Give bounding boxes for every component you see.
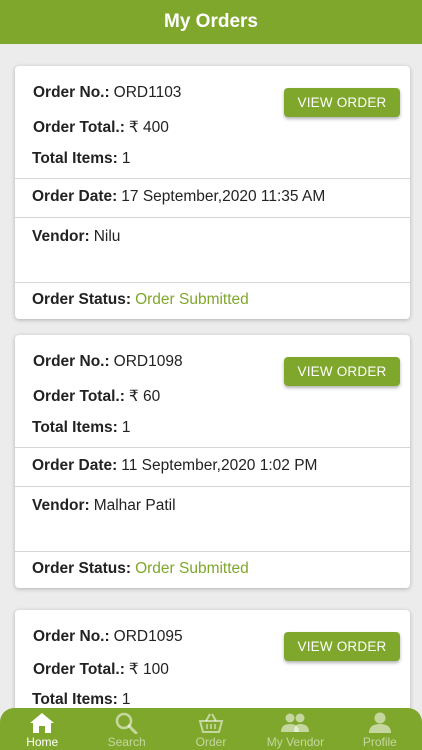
nav-profile-label: Profile — [362, 735, 397, 749]
order-status-section: Order Status: Order Submitted — [15, 283, 410, 319]
nav-profile[interactable]: Profile — [338, 708, 422, 750]
home-icon — [29, 711, 55, 735]
total-items-label: Total Items: — [32, 691, 118, 708]
vendor-label: Vendor: — [32, 497, 90, 514]
order-status-label: Order Status: — [32, 291, 132, 308]
order-summary: Order No.: ORD1095 Order Total.: ₹ 100 Tot… — [15, 610, 410, 708]
order-status-value: Order Submitted — [135, 560, 249, 577]
order-total-value: ₹ 400 — [128, 119, 169, 136]
order-total-value: ₹ 100 — [128, 661, 169, 678]
view-order-button[interactable]: VIEW ORDER — [284, 88, 400, 117]
order-no-label: Order No.: — [33, 628, 110, 645]
total-items-value: 1 — [121, 691, 131, 708]
order-no-value: ORD1098 — [113, 353, 183, 370]
order-date-section: Order Date: 11 September,2020 1:02 PM — [15, 448, 410, 487]
total-items-label: Total Items: — [32, 419, 118, 436]
total-items-value: 1 — [121, 150, 131, 167]
nav-search[interactable]: Search — [84, 708, 168, 750]
vendor-value: Nilu — [93, 228, 121, 245]
search-icon — [114, 711, 140, 735]
order-summary: Order No.: ORD1098 Order Total.: ₹ 60 Tota… — [15, 335, 410, 448]
nav-my-vendor-label: My Vendor — [266, 735, 325, 749]
order-date-label: Order Date: — [32, 457, 118, 474]
vendor-row: Vendor: Malhar Patil — [32, 497, 176, 515]
vendor-section: Vendor: Malhar Patil — [15, 487, 410, 552]
people-icon — [280, 711, 310, 735]
total-items-label: Total Items: — [32, 150, 118, 167]
vendor-row: Vendor: Nilu — [32, 228, 120, 246]
order-date-section: Order Date: 17 September,2020 11:35 AM — [15, 179, 410, 218]
order-date-row: Order Date: 11 September,2020 1:02 PM — [32, 457, 317, 475]
order-status-row: Order Status: Order Submitted — [32, 291, 249, 309]
nav-order-label: Order — [195, 735, 227, 749]
order-date-row: Order Date: 17 September,2020 11:35 AM — [32, 188, 325, 206]
total-items-row: Total Items: 1 — [32, 419, 130, 437]
order-no-label: Order No.: — [33, 353, 110, 370]
order-total-row: Order Total.: ₹ 400 — [33, 118, 169, 137]
order-total-label: Order Total.: — [33, 119, 125, 136]
order-no-value: ORD1103 — [113, 84, 182, 101]
order-no-label: Order No.: — [33, 84, 110, 101]
orders-list[interactable]: Order No.: ORD1103 Order Total.: ₹ 400 Tot… — [0, 44, 422, 708]
vendor-value: Malhar Patil — [93, 497, 176, 514]
order-total-label: Order Total.: — [33, 661, 125, 678]
order-status-section: Order Status: Order Submitted — [15, 552, 410, 588]
order-card: Order No.: ORD1095 Order Total.: ₹ 100 Tot… — [15, 610, 410, 708]
app-header: My Orders — [0, 0, 422, 44]
total-items-row: Total Items: 1 — [32, 691, 130, 708]
vendor-section: Vendor: Nilu — [15, 218, 410, 283]
order-no-row: Order No.: ORD1103 — [33, 84, 181, 102]
order-date-label: Order Date: — [32, 188, 118, 205]
nav-home[interactable]: Home — [0, 708, 84, 750]
person-icon — [367, 711, 393, 735]
order-status-value: Order Submitted — [135, 291, 249, 308]
order-total-value: ₹ 60 — [128, 388, 161, 405]
order-no-row: Order No.: ORD1095 — [33, 628, 183, 646]
view-order-button[interactable]: VIEW ORDER — [284, 357, 400, 386]
nav-search-label: Search — [107, 735, 146, 749]
order-date-value: 17 September,2020 11:35 AM — [121, 188, 326, 205]
view-order-button[interactable]: VIEW ORDER — [284, 632, 400, 661]
total-items-value: 1 — [121, 419, 131, 436]
order-summary: Order No.: ORD1103 Order Total.: ₹ 400 Tot… — [15, 66, 410, 179]
page-title: My Orders — [164, 11, 258, 32]
total-items-row: Total Items: 1 — [32, 150, 130, 168]
basket-icon — [198, 711, 224, 735]
order-status-row: Order Status: Order Submitted — [32, 560, 249, 578]
nav-order[interactable]: Order — [169, 708, 253, 750]
order-card: Order No.: ORD1098 Order Total.: ₹ 60 Tota… — [15, 335, 410, 588]
order-total-row: Order Total.: ₹ 100 — [33, 660, 169, 679]
order-total-row: Order Total.: ₹ 60 — [33, 387, 160, 406]
order-card: Order No.: ORD1103 Order Total.: ₹ 400 Tot… — [15, 66, 410, 319]
order-no-value: ORD1095 — [113, 628, 183, 645]
order-date-value: 11 September,2020 1:02 PM — [121, 457, 318, 474]
vendor-label: Vendor: — [32, 228, 90, 245]
order-no-row: Order No.: ORD1098 — [33, 353, 183, 371]
nav-my-vendor[interactable]: My Vendor — [253, 708, 337, 750]
bottom-nav: Home Search Order My Vendor Profile — [0, 708, 422, 750]
order-status-label: Order Status: — [32, 560, 132, 577]
order-total-label: Order Total.: — [33, 388, 125, 405]
nav-home-label: Home — [26, 735, 59, 749]
